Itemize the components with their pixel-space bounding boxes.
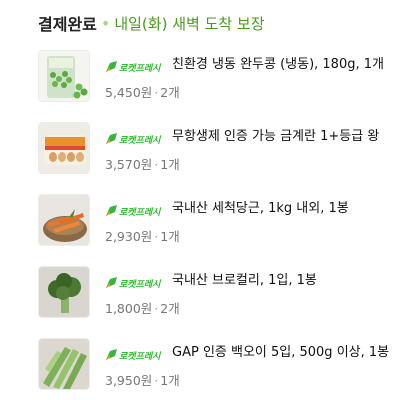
rocket-fresh-badge: 로켓프레시: [106, 277, 162, 290]
product-image-broccoli[interactable]: [38, 266, 90, 318]
quantity: 1개: [160, 373, 180, 388]
list-item[interactable]: 로켓프레시 친환경 냉동 완두콩 (냉동), 180g, 1개 5,450원 · 2…: [38, 50, 400, 120]
price-quantity: 2,930원 · 1개: [105, 229, 180, 244]
rocket-fresh-label: 로켓프레시: [119, 135, 162, 146]
list-item[interactable]: 로켓프레시 국내산 브로컬리, 1입, 1봉 1,800원 · 2개: [38, 266, 400, 336]
quantity: 2개: [160, 301, 180, 316]
price-quantity: 3,570원 · 1개: [105, 157, 180, 172]
delivery-promise: 내일(화) 새벽 도착 보장: [114, 14, 265, 33]
quantity: 1개: [160, 229, 180, 244]
rocket-fresh-badge: 로켓프레시: [106, 133, 162, 146]
price-quantity: 5,450원 · 2개: [105, 85, 180, 100]
rocket-fresh-badge: 로켓프레시: [106, 205, 162, 218]
order-status-header: 결제완료 • 내일(화) 새벽 도착 보장: [38, 12, 265, 35]
price: 1,800원: [105, 301, 153, 316]
list-item[interactable]: 로켓프레시 무항생제 인증 가능 금계란 1+등급 왕 3,570원 · 1개: [38, 122, 400, 192]
order-detail-page: 결제완료 • 내일(화) 새벽 도착 보장 로켓프레시 친환경 냉동 완두콩 (…: [0, 0, 400, 400]
product-name[interactable]: 무항생제 인증 가능 금계란 1+등급 왕: [172, 125, 379, 144]
rocket-fresh-label: 로켓프레시: [119, 279, 162, 290]
product-name[interactable]: 국내산 브로컬리, 1입, 1봉: [172, 269, 317, 288]
product-image-cucumbers[interactable]: [38, 338, 90, 390]
rocket-fresh-label: 로켓프레시: [119, 351, 162, 362]
product-image-eggs[interactable]: [38, 122, 90, 174]
product-name[interactable]: 국내산 세척당근, 1kg 내외, 1봉: [172, 197, 349, 216]
separator-dot: •: [100, 13, 111, 33]
rocket-fresh-badge: 로켓프레시: [106, 349, 162, 362]
product-image-carrots[interactable]: [38, 194, 90, 246]
order-status: 결제완료: [38, 15, 97, 34]
quantity: 1개: [160, 157, 180, 172]
price: 2,930원: [105, 229, 153, 244]
price: 5,450원: [105, 85, 153, 100]
list-item[interactable]: 로켓프레시 GAP 인증 백오이 5입, 500g 이상, 1봉 3,950원 ·…: [38, 338, 400, 400]
quantity: 2개: [160, 85, 180, 100]
list-item[interactable]: 로켓프레시 국내산 세척당근, 1kg 내외, 1봉 2,930원 · 1개: [38, 194, 400, 264]
rocket-fresh-badge: 로켓프레시: [106, 61, 162, 74]
rocket-fresh-label: 로켓프레시: [119, 207, 162, 218]
price: 3,570원: [105, 157, 153, 172]
product-name[interactable]: 친환경 냉동 완두콩 (냉동), 180g, 1개: [172, 53, 384, 72]
rocket-fresh-label: 로켓프레시: [119, 63, 162, 74]
product-image-frozen-peas[interactable]: [38, 50, 90, 102]
product-name[interactable]: GAP 인증 백오이 5입, 500g 이상, 1봉: [172, 341, 389, 360]
price-quantity: 1,800원 · 2개: [105, 301, 180, 316]
price-quantity: 3,950원 · 1개: [105, 373, 180, 388]
price: 3,950원: [105, 373, 153, 388]
